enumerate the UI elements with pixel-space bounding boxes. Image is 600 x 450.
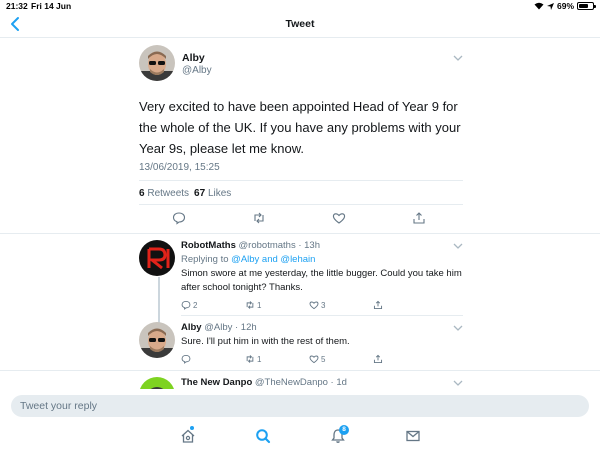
- like-icon: [309, 355, 319, 364]
- nav-bar: Tweet: [0, 12, 600, 38]
- chevron-down-icon[interactable]: [453, 380, 463, 386]
- divider: [139, 180, 463, 181]
- replying-to-users[interactable]: @Alby and @lehain: [231, 254, 315, 265]
- reply-count: 2: [193, 300, 198, 310]
- retweet-count: 1: [257, 300, 262, 310]
- divider: [139, 204, 463, 205]
- reply-author[interactable]: RobotMaths @robotmaths · 13h: [181, 240, 320, 251]
- like-button[interactable]: 3: [309, 300, 325, 310]
- like-count: 3: [321, 300, 326, 310]
- alby-avatar-image: [139, 322, 175, 358]
- messages-icon[interactable]: [405, 428, 421, 444]
- author-handle[interactable]: @Alby: [182, 65, 212, 76]
- replying-to: Replying to @Alby and @lehain: [181, 253, 471, 267]
- avatar[interactable]: [139, 240, 175, 276]
- reply-actions: 2 1 3: [181, 300, 461, 312]
- likes-stat[interactable]: 67 Likes: [194, 188, 231, 199]
- reply-author-handle: @robotmaths · 13h: [238, 240, 320, 251]
- reply-author-name: RobotMaths: [181, 240, 236, 251]
- avatar[interactable]: [139, 45, 175, 81]
- search-icon[interactable]: [255, 428, 271, 444]
- retweet-icon: [246, 301, 254, 309]
- share-icon: [373, 300, 383, 310]
- retweets-stat[interactable]: 6 Retweets: [139, 188, 189, 199]
- divider: [0, 370, 600, 371]
- home-unread-dot: [190, 426, 194, 430]
- share-icon[interactable]: [412, 211, 426, 225]
- thread-line: [158, 277, 160, 323]
- reply-text: Simon swore at me yesterday, the little …: [181, 268, 462, 293]
- like-count: 5: [321, 354, 326, 364]
- reply-icon: [181, 300, 191, 310]
- chevron-down-icon[interactable]: [453, 325, 463, 331]
- chevron-down-icon[interactable]: [453, 243, 463, 249]
- reply-input[interactable]: Tweet your reply: [11, 395, 589, 417]
- reply-icon: [181, 354, 191, 364]
- battery-percent: 69%: [556, 1, 574, 11]
- tweet-text: Very excited to have been appointed Head…: [139, 99, 461, 156]
- reply-author-name: Alby: [181, 322, 202, 333]
- like-icon[interactable]: [332, 211, 346, 225]
- share-button[interactable]: [373, 300, 383, 310]
- wifi-icon: [534, 2, 544, 10]
- home-icon[interactable]: [180, 428, 196, 444]
- retweets-count: 6: [139, 188, 145, 199]
- share-button[interactable]: [373, 354, 383, 364]
- status-bar: 21:32 Fri 14 Jun 69%: [0, 0, 600, 12]
- reply-author-handle: @Alby · 12h: [204, 322, 257, 333]
- retweet-button[interactable]: 1: [245, 300, 261, 310]
- tweet-actions: [139, 208, 463, 228]
- reply-author[interactable]: Alby @Alby · 12h: [181, 322, 257, 333]
- retweets-label: Retweets: [147, 188, 190, 199]
- tab-bar: [0, 422, 600, 450]
- divider: [181, 315, 463, 316]
- share-icon: [373, 354, 383, 364]
- status-date: Fri 14 Jun: [31, 1, 72, 11]
- chevron-down-icon[interactable]: [453, 55, 463, 61]
- page-title: Tweet: [285, 18, 315, 30]
- like-button[interactable]: 5: [309, 354, 325, 364]
- reply-author-handle: @TheNewDanpo · 1d: [254, 377, 347, 388]
- tweet-stats: 6 Retweets 67 Likes: [139, 188, 231, 199]
- likes-label: Likes: [207, 188, 232, 199]
- author-name[interactable]: Alby: [182, 52, 205, 64]
- battery-fill: [579, 4, 588, 8]
- notifications-badge: 8: [339, 425, 349, 435]
- robotmaths-avatar-image: [139, 240, 175, 276]
- alby-avatar-image: [139, 45, 175, 81]
- avatar[interactable]: [139, 322, 175, 358]
- location-icon: [546, 2, 554, 10]
- tweet-timestamp: 13/06/2019, 15:25: [139, 162, 220, 173]
- likes-count: 67: [194, 188, 206, 199]
- like-icon: [309, 301, 319, 310]
- reply-button[interactable]: 2: [181, 300, 197, 310]
- divider: [0, 233, 600, 234]
- reply-text: Sure. I'll put him in with the rest of t…: [181, 336, 350, 347]
- replying-to-prefix: Replying to: [181, 254, 229, 265]
- status-time: 21:32: [6, 1, 28, 11]
- battery-icon: [577, 2, 596, 10]
- retweet-button[interactable]: 1: [245, 354, 261, 364]
- reply-icon[interactable]: [172, 211, 186, 225]
- reply-actions: 1 5: [181, 354, 461, 366]
- reply-author-name: The New Danpo: [181, 377, 253, 388]
- reply-author[interactable]: The New Danpo @TheNewDanpo · 1d: [181, 377, 347, 388]
- retweet-count: 1: [257, 354, 262, 364]
- retweet-icon: [246, 355, 254, 363]
- retweet-icon[interactable]: [252, 211, 266, 225]
- status-right: 69%: [534, 1, 596, 11]
- reply-button[interactable]: [181, 354, 193, 364]
